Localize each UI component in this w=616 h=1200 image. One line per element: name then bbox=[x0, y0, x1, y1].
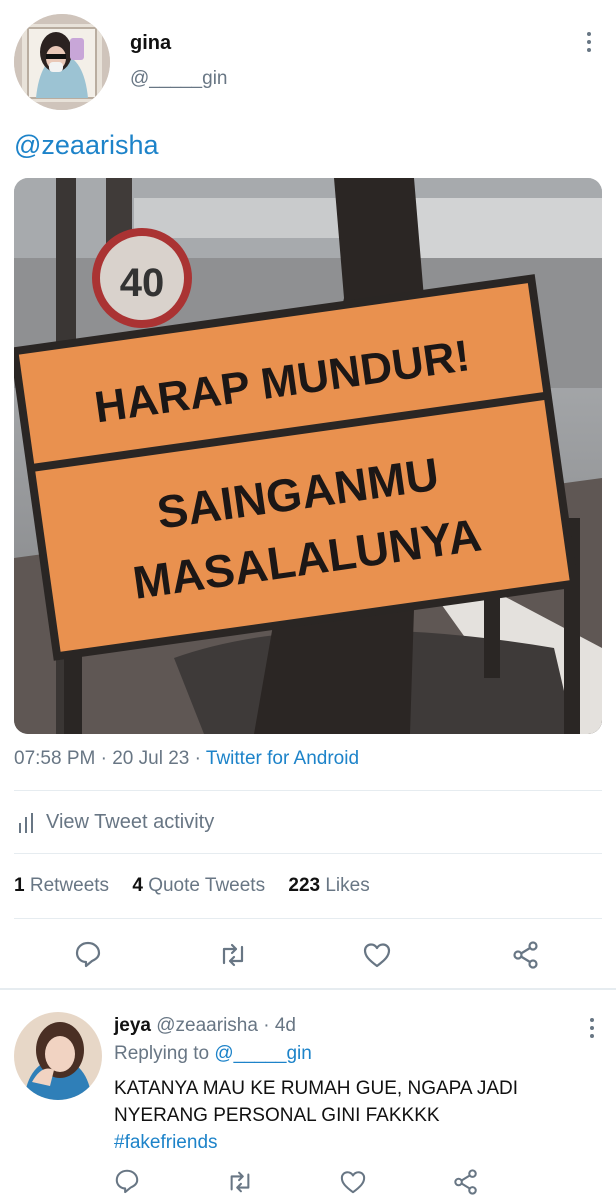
reply-retweet-icon[interactable] bbox=[226, 1169, 254, 1195]
reply-author-avatar[interactable] bbox=[14, 1012, 102, 1100]
reply-age: · 4d bbox=[263, 1015, 296, 1036]
reply-author-handle[interactable]: @zeaarisha bbox=[156, 1015, 258, 1036]
author-name[interactable]: gina bbox=[130, 32, 171, 55]
retweets-label: Retweets bbox=[29, 875, 110, 896]
share-icon[interactable] bbox=[512, 941, 540, 969]
retweets-count: 1 bbox=[14, 875, 25, 896]
speed-sign-text: 40 bbox=[120, 261, 165, 305]
reply-like-icon[interactable] bbox=[339, 1169, 367, 1195]
divider bbox=[14, 918, 602, 919]
reply-header: jeya @zeaarisha · 4d bbox=[114, 1015, 296, 1037]
view-activity-button[interactable]: View Tweet activity bbox=[18, 811, 214, 834]
likes-stat[interactable]: 223 Likes bbox=[288, 875, 369, 896]
reply-avatar-photo bbox=[14, 1012, 102, 1100]
author-handle[interactable]: @_____gin bbox=[130, 68, 227, 90]
likes-label: Likes bbox=[325, 875, 370, 896]
avatar-photo bbox=[14, 14, 110, 110]
reply-text-line: KATANYA MAU KE RUMAH GUE, NGAPA JADI bbox=[114, 1078, 519, 1099]
reply-hashtag[interactable]: #fakefriends bbox=[114, 1129, 518, 1156]
sign-photo: 40 HARAP MUNDUR! SAINGANMU MASALALUNYA bbox=[14, 178, 602, 734]
author-avatar[interactable] bbox=[14, 14, 110, 110]
reply-text-line: NYERANG PERSONAL GINI FAKKKK bbox=[114, 1105, 440, 1126]
reply-share-icon[interactable] bbox=[453, 1169, 479, 1195]
tweet-meta: 07:58 PM · 20 Jul 23 · Twitter for Andro… bbox=[14, 748, 359, 770]
reply-reply-icon[interactable] bbox=[114, 1168, 140, 1194]
section-divider bbox=[0, 988, 616, 990]
more-options-icon[interactable] bbox=[586, 32, 592, 52]
tweet-time: 07:58 PM bbox=[14, 748, 96, 769]
divider bbox=[14, 853, 602, 854]
stats-row: 1 Retweets 4 Quote Tweets 223 Likes bbox=[14, 875, 370, 897]
reply-more-options-icon[interactable] bbox=[589, 1018, 595, 1038]
reply-icon[interactable] bbox=[74, 940, 102, 968]
replying-to-handle[interactable]: @_____gin bbox=[214, 1043, 311, 1064]
quotes-count: 4 bbox=[132, 875, 143, 896]
tweet-date: 20 Jul 23 bbox=[112, 748, 190, 769]
likes-count: 223 bbox=[288, 875, 321, 896]
tweet-source[interactable]: Twitter for Android bbox=[206, 748, 359, 769]
like-icon[interactable] bbox=[362, 941, 392, 969]
quotes-label: Quote Tweets bbox=[148, 875, 266, 896]
activity-label: View Tweet activity bbox=[46, 811, 215, 833]
replying-to-label: Replying to bbox=[114, 1043, 210, 1064]
reply-author-name[interactable]: jeya bbox=[114, 1015, 151, 1036]
tweet-mention[interactable]: @zeaarisha bbox=[14, 130, 158, 161]
retweet-icon[interactable] bbox=[218, 941, 248, 969]
retweets-stat[interactable]: 1 Retweets bbox=[14, 875, 114, 896]
activity-icon bbox=[18, 812, 36, 833]
quotes-stat[interactable]: 4 Quote Tweets bbox=[132, 875, 270, 896]
replying-to-line: Replying to @_____gin bbox=[114, 1043, 312, 1065]
meta-separator: · bbox=[194, 748, 201, 769]
tweet-image[interactable]: 40 HARAP MUNDUR! SAINGANMU MASALALUNYA bbox=[14, 178, 602, 734]
divider bbox=[14, 790, 602, 791]
meta-separator: · bbox=[100, 748, 107, 769]
reply-text: KATANYA MAU KE RUMAH GUE, NGAPA JADI NYE… bbox=[114, 1075, 518, 1156]
